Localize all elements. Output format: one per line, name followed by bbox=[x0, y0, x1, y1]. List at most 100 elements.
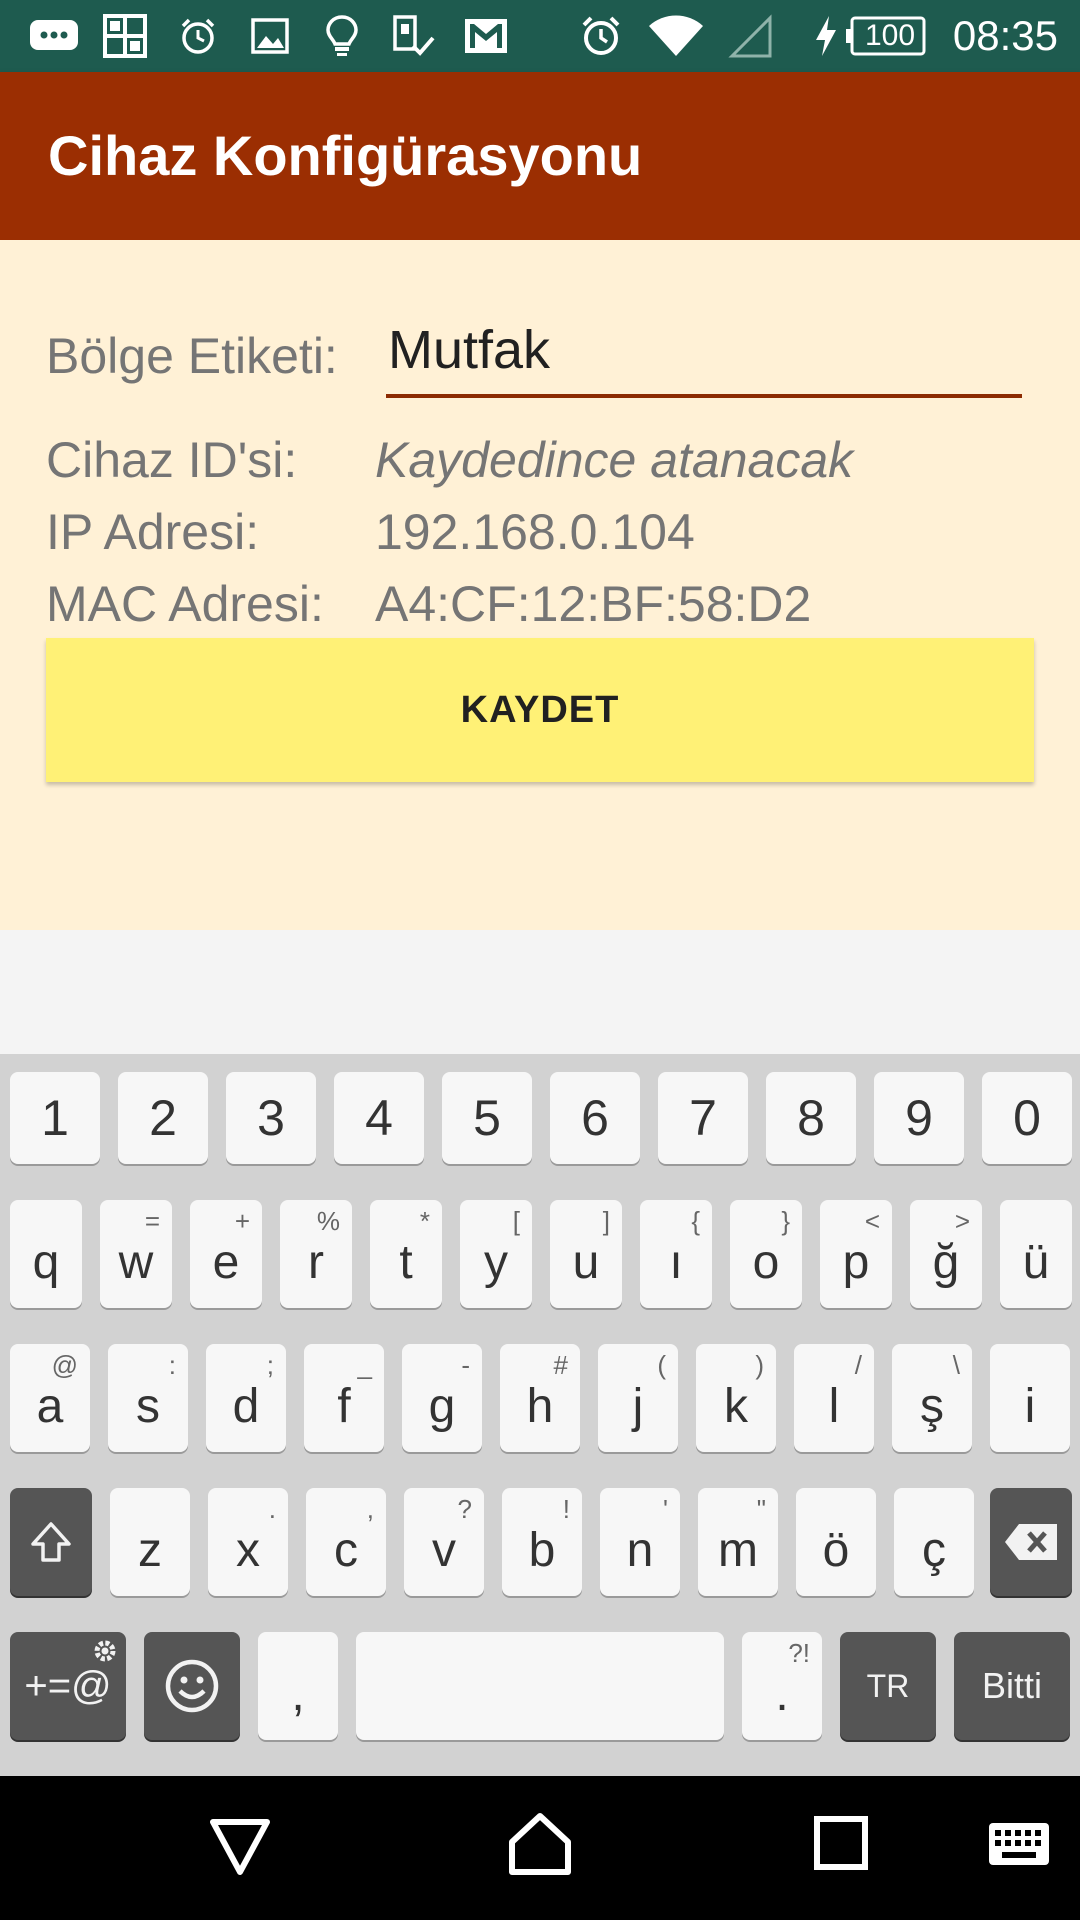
language-key[interactable]: TR bbox=[840, 1632, 936, 1740]
key-w[interactable]: w = bbox=[100, 1200, 172, 1308]
key-ç[interactable]: ç bbox=[894, 1488, 974, 1596]
space-key[interactable] bbox=[356, 1632, 724, 1740]
key-0[interactable]: 0 bbox=[982, 1072, 1072, 1164]
key-a-hint: @ bbox=[51, 1350, 78, 1380]
key-c[interactable]: c, bbox=[306, 1488, 386, 1596]
key-8-label: 8 bbox=[797, 1090, 825, 1146]
key-6-label: 6 bbox=[581, 1090, 609, 1146]
key-a-label: a bbox=[36, 1380, 64, 1433]
key-2[interactable]: 2 bbox=[118, 1072, 208, 1164]
key-w-hint: = bbox=[144, 1206, 160, 1236]
wifi-icon bbox=[646, 14, 706, 58]
key-l-label: l bbox=[828, 1380, 840, 1433]
key-i[interactable]: i bbox=[990, 1344, 1070, 1452]
key-x[interactable]: x. bbox=[208, 1488, 288, 1596]
key-o-label: o bbox=[752, 1236, 780, 1289]
key-o[interactable]: o} bbox=[730, 1200, 802, 1308]
key-ğ-hint: > bbox=[954, 1206, 970, 1236]
zone-label-field[interactable]: Mutfak bbox=[386, 320, 1022, 398]
key-f-label: f bbox=[337, 1380, 351, 1433]
key-7[interactable]: 7 bbox=[658, 1072, 748, 1164]
key-n[interactable]: n ' bbox=[600, 1488, 680, 1596]
key-e[interactable]: e + bbox=[190, 1200, 262, 1308]
key-b-hint: ! bbox=[562, 1494, 570, 1524]
mac-address-value: A4:CF:12:BF:58:D2 bbox=[375, 576, 812, 632]
soft-keyboard: 1 2 3 4 5 6 7 8 9 0 q w = e + r% t * y[u] ı{o} p < ğ > ü a @ s: d; f _… bbox=[0, 1054, 1080, 1776]
gmail-icon bbox=[462, 14, 510, 58]
key-g[interactable]: g- bbox=[402, 1344, 482, 1452]
key-d-hint: ; bbox=[266, 1350, 274, 1380]
key-u[interactable]: u] bbox=[550, 1200, 622, 1308]
key-c-label: c bbox=[334, 1524, 358, 1577]
key-z-label: z bbox=[138, 1524, 162, 1577]
key-a[interactable]: a @ bbox=[10, 1344, 90, 1452]
key-q[interactable]: q bbox=[10, 1200, 82, 1308]
shift-key[interactable] bbox=[10, 1488, 92, 1596]
key-i-label: i bbox=[1024, 1380, 1036, 1433]
key-t-hint: * bbox=[419, 1206, 430, 1236]
app-grid-icon bbox=[100, 14, 150, 58]
key-r[interactable]: r% bbox=[280, 1200, 352, 1308]
done-key[interactable]: Bitti bbox=[954, 1632, 1070, 1740]
key-j-hint: ( bbox=[657, 1350, 666, 1380]
key-3[interactable]: 3 bbox=[226, 1072, 316, 1164]
key-s[interactable]: s: bbox=[108, 1344, 188, 1452]
key-4[interactable]: 4 bbox=[334, 1072, 424, 1164]
key-ş[interactable]: ş \ bbox=[892, 1344, 972, 1452]
lightbulb-icon bbox=[320, 14, 364, 58]
mac-address-label: MAC Adresi: bbox=[46, 576, 324, 632]
messages-icon bbox=[28, 14, 80, 58]
key-4-label: 4 bbox=[365, 1090, 393, 1146]
key-l[interactable]: l / bbox=[794, 1344, 874, 1452]
key-b[interactable]: b! bbox=[502, 1488, 582, 1596]
key-ş-hint: \ bbox=[952, 1350, 960, 1380]
home-icon[interactable] bbox=[506, 1810, 574, 1883]
key-j[interactable]: j( bbox=[598, 1344, 678, 1452]
key-9-label: 9 bbox=[905, 1090, 933, 1146]
key-ı-label: ı bbox=[669, 1236, 683, 1289]
keyboard-switch-icon[interactable] bbox=[988, 1822, 1050, 1871]
key-5-label: 5 bbox=[473, 1090, 501, 1146]
key-z[interactable]: z bbox=[110, 1488, 190, 1596]
key-m[interactable]: m " bbox=[698, 1488, 778, 1596]
battery-icon: 100 bbox=[846, 14, 926, 58]
recents-icon[interactable] bbox=[814, 1816, 868, 1875]
key-6[interactable]: 6 bbox=[550, 1072, 640, 1164]
key-p[interactable]: p < bbox=[820, 1200, 892, 1308]
key-o-hint: } bbox=[781, 1206, 790, 1236]
key-y[interactable]: y[ bbox=[460, 1200, 532, 1308]
signal-icon bbox=[726, 14, 776, 58]
ip-address-value: 192.168.0.104 bbox=[375, 504, 695, 560]
period-key-hint: ?! bbox=[788, 1638, 810, 1668]
key-d[interactable]: d; bbox=[206, 1344, 286, 1452]
key-ı[interactable]: ı{ bbox=[640, 1200, 712, 1308]
key-5[interactable]: 5 bbox=[442, 1072, 532, 1164]
key-v[interactable]: v? bbox=[404, 1488, 484, 1596]
key-ü[interactable]: ü bbox=[1000, 1200, 1072, 1308]
backspace-key[interactable] bbox=[990, 1488, 1072, 1596]
ip-address-label: IP Adresi: bbox=[46, 504, 260, 560]
save-button[interactable]: KAYDET bbox=[46, 638, 1034, 782]
key-ö[interactable]: ö bbox=[796, 1488, 876, 1596]
symbols-key[interactable]: +=@ bbox=[10, 1632, 126, 1740]
key-ü-label: ü bbox=[1022, 1236, 1050, 1289]
key-f[interactable]: f _ bbox=[304, 1344, 384, 1452]
key-d-label: d bbox=[232, 1380, 260, 1433]
key-h[interactable]: h # bbox=[500, 1344, 580, 1452]
key-m-hint: " bbox=[756, 1494, 766, 1524]
key-t[interactable]: t * bbox=[370, 1200, 442, 1308]
key-h-label: h bbox=[526, 1380, 554, 1433]
key-1[interactable]: 1 bbox=[10, 1072, 100, 1164]
zone-label: Bölge Etiketi: bbox=[46, 328, 338, 384]
key-9[interactable]: 9 bbox=[874, 1072, 964, 1164]
comma-key[interactable]: , bbox=[258, 1632, 338, 1740]
done-key-label: Bitti bbox=[981, 1665, 1042, 1706]
key-l-hint: / bbox=[854, 1350, 862, 1380]
key-k[interactable]: k) bbox=[696, 1344, 776, 1452]
emoji-key[interactable] bbox=[144, 1632, 240, 1740]
settings-gear-icon bbox=[94, 1640, 116, 1662]
key-8[interactable]: 8 bbox=[766, 1072, 856, 1164]
period-key[interactable]: .?! bbox=[742, 1632, 822, 1740]
key-ğ[interactable]: ğ > bbox=[910, 1200, 982, 1308]
back-icon[interactable] bbox=[208, 1814, 272, 1883]
